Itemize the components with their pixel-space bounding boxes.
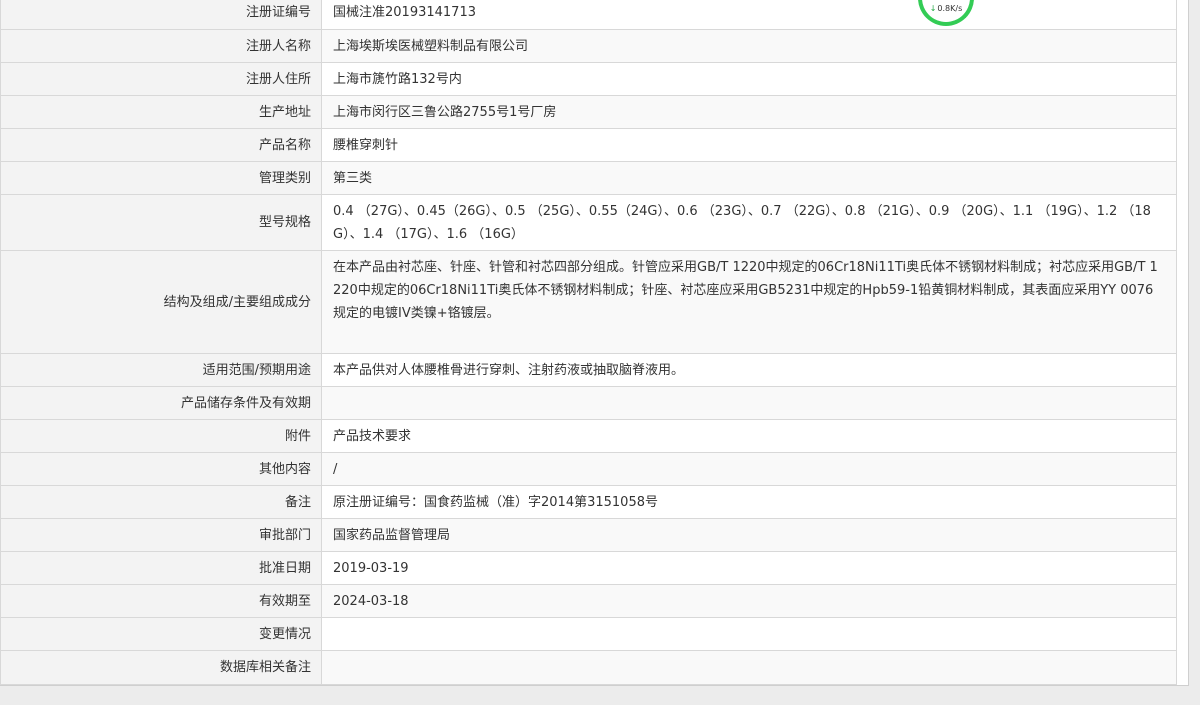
row-value: 国家药品监督管理局: [321, 518, 1177, 552]
row-label: 注册人名称: [0, 29, 322, 63]
row-label: 备注: [0, 485, 322, 519]
registration-detail-panel: 注册证编号 国械注准20193141713 注册人名称 上海埃斯埃医械塑料制品有…: [0, 0, 1189, 686]
table-row: 生产地址 上海市闵行区三鲁公路2755号1号厂房: [0, 95, 1177, 129]
page: 注册证编号 国械注准20193141713 注册人名称 上海埃斯埃医械塑料制品有…: [0, 0, 1200, 705]
row-value: 在本产品由衬芯座、针座、针管和衬芯四部分组成。针管应采用GB/T 1220中规定…: [321, 250, 1177, 354]
registration-info-table: 注册证编号 国械注准20193141713 注册人名称 上海埃斯埃医械塑料制品有…: [0, 0, 1177, 685]
row-label: 批准日期: [0, 551, 322, 585]
row-value: 国械注准20193141713: [321, 0, 1177, 30]
row-label: 管理类别: [0, 161, 322, 195]
table-row: 附件 产品技术要求: [0, 419, 1177, 453]
row-label: 注册人住所: [0, 62, 322, 96]
row-label: 数据库相关备注: [0, 650, 322, 685]
table-row: 其他内容 /: [0, 452, 1177, 486]
table-row: 结构及组成/主要组成成分 在本产品由衬芯座、针座、针管和衬芯四部分组成。针管应采…: [0, 250, 1177, 354]
row-value: 上海埃斯埃医械塑料制品有限公司: [321, 29, 1177, 63]
table-row: 有效期至 2024-03-18: [0, 584, 1177, 618]
row-value: 产品技术要求: [321, 419, 1177, 453]
table-row: 适用范围/预期用途 本产品供对人体腰椎骨进行穿刺、注射药液或抽取脑脊液用。: [0, 353, 1177, 387]
row-value: [321, 617, 1177, 651]
row-label: 变更情况: [0, 617, 322, 651]
row-label: 产品名称: [0, 128, 322, 162]
row-label: 注册证编号: [0, 0, 322, 30]
table-row: 备注 原注册证编号：国食药监械（准）字2014第3151058号: [0, 485, 1177, 519]
row-value: /: [321, 452, 1177, 486]
table-row: 数据库相关备注: [0, 650, 1177, 685]
row-label: 审批部门: [0, 518, 322, 552]
row-label: 结构及组成/主要组成成分: [0, 250, 322, 354]
table-row: 注册证编号 国械注准20193141713: [0, 0, 1177, 30]
row-label: 生产地址: [0, 95, 322, 129]
table-row: 批准日期 2019-03-19: [0, 551, 1177, 585]
row-label: 其他内容: [0, 452, 322, 486]
down-arrow-icon: ↓: [929, 4, 937, 13]
row-value: [321, 650, 1177, 685]
row-value: 2024-03-18: [321, 584, 1177, 618]
row-label: 附件: [0, 419, 322, 453]
row-value: 0.4 （27G）、0.45（26G）、0.5 （25G）、0.55（24G）、…: [321, 194, 1177, 251]
table-row: 产品名称 腰椎穿刺针: [0, 128, 1177, 162]
row-value: 上海市篪竹路132号内: [321, 62, 1177, 96]
row-value: 腰椎穿刺针: [321, 128, 1177, 162]
row-value: 2019-03-19: [321, 551, 1177, 585]
row-label: 型号规格: [0, 194, 322, 251]
row-label: 有效期至: [0, 584, 322, 618]
table-row: 审批部门 国家药品监督管理局: [0, 518, 1177, 552]
table-row: 注册人名称 上海埃斯埃医械塑料制品有限公司: [0, 29, 1177, 63]
row-value: 原注册证编号：国食药监械（准）字2014第3151058号: [321, 485, 1177, 519]
table-row: 管理类别 第三类: [0, 161, 1177, 195]
speed-readout: ↓0.8K/s: [922, 4, 970, 13]
table-row: 注册人住所 上海市篪竹路132号内: [0, 62, 1177, 96]
table-row: 产品储存条件及有效期: [0, 386, 1177, 420]
row-label: 适用范围/预期用途: [0, 353, 322, 387]
speed-value: 0.8K/s: [937, 4, 963, 13]
row-value: 第三类: [321, 161, 1177, 195]
row-value: 上海市闵行区三鲁公路2755号1号厂房: [321, 95, 1177, 129]
row-value: [321, 386, 1177, 420]
row-label: 产品储存条件及有效期: [0, 386, 322, 420]
table-row: 变更情况: [0, 617, 1177, 651]
table-row: 型号规格 0.4 （27G）、0.45（26G）、0.5 （25G）、0.55（…: [0, 194, 1177, 251]
row-value: 本产品供对人体腰椎骨进行穿刺、注射药液或抽取脑脊液用。: [321, 353, 1177, 387]
